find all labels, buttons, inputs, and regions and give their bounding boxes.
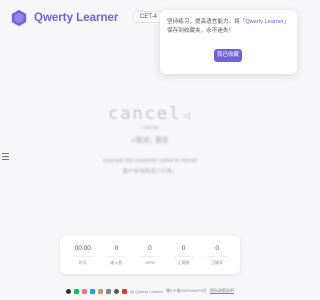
bookmark-popup: 坚持练习，提高语言能力。将「Qwerty Learner」保存到收藏夹，永不迷失… — [160, 10, 297, 74]
github-icon[interactable] — [66, 288, 72, 294]
privacy-link[interactable]: 隐私政策说明 — [210, 288, 234, 294]
twitter-icon[interactable] — [90, 288, 96, 294]
coffee-icon[interactable] — [98, 288, 104, 294]
stat-value: 0 — [114, 244, 119, 252]
stat-label: 时间 — [78, 259, 87, 265]
stat-input-count: 0 输入数 — [102, 245, 130, 266]
brand-name: Qwerty Learner — [34, 12, 119, 24]
footer: @ Qwerty Learner 豫ICP备2022004978号 隐私政策说明 — [0, 288, 300, 294]
popup-text-highlight: 「Qwerty Learner」 — [239, 19, 290, 25]
word-phonetic: /ˈkænsl/ — [141, 125, 159, 131]
popup-message: 坚持练习，提高语言能力。将「Qwerty Learner」保存到收藏夹，永不迷失… — [167, 18, 290, 36]
stat-label: WPM — [145, 260, 155, 265]
stat-wpm: 0 WPM — [136, 245, 164, 265]
footer-credit: @ Qwerty Learner — [130, 288, 163, 294]
example-sentence-translation: 客户来电取消了订单。 — [122, 169, 178, 175]
logo-icon — [11, 9, 27, 27]
bookmarked-button[interactable]: 我已收藏 — [214, 49, 242, 62]
wechat-icon[interactable] — [74, 288, 80, 294]
stat-correct-count: 0 正确数 — [170, 245, 198, 266]
stat-value: 0 — [181, 244, 186, 252]
info-icon[interactable] — [114, 288, 120, 294]
stat-value: 00:00 — [74, 244, 91, 252]
popup-text-after: 保存到收藏夹，永不迷失！ — [167, 28, 235, 34]
stats-panel: 00:00 时间 0 输入数 0 WPM 0 正确数 0 正确率 — [60, 236, 240, 274]
example-sentence: example the customer called to cancel — [103, 158, 197, 164]
stat-value: 0 — [215, 244, 219, 252]
stat-label: 正确率 — [211, 259, 224, 265]
stat-value: 0 — [148, 245, 152, 252]
stat-label: 正确数 — [177, 259, 190, 265]
mail-icon[interactable] — [106, 288, 112, 294]
footer-icp[interactable]: 豫ICP备2022004978号 — [166, 288, 207, 294]
word-translation: v.取消；删去 — [131, 137, 169, 144]
stat-label: 输入数 — [110, 259, 123, 265]
popup-text-before: 坚持练习，提高语言能力。将 — [167, 19, 240, 25]
bilibili-icon[interactable] — [82, 288, 88, 294]
speaker-icon[interactable]: ◁ — [183, 109, 192, 122]
word-text: cancel — [107, 104, 182, 124]
word-display: cancel ◁ — [0, 104, 300, 124]
brand[interactable]: Qwerty Learner — [10, 9, 118, 27]
stat-accuracy: 0 正确率 — [203, 245, 231, 266]
flag-icon[interactable] — [122, 288, 128, 294]
stat-time: 00:00 时间 — [69, 245, 97, 266]
